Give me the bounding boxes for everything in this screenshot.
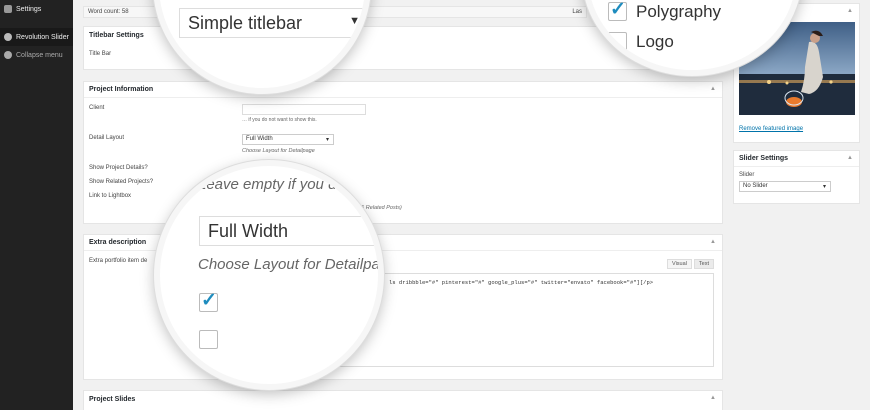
box-header[interactable]: Slider Settings ▲ [734, 151, 859, 167]
box-title: Project Information [89, 86, 154, 93]
polygraphy-checkbox[interactable]: ✓ [608, 0, 627, 21]
polygraphy-label: Polygraphy [636, 2, 722, 21]
checkmark-icon: ✓ [201, 290, 217, 311]
settings-icon [4, 5, 12, 13]
slider-label: Slider [739, 172, 755, 178]
show-details-checkbox[interactable]: ✓ [199, 290, 218, 312]
dropdown-arrow-icon: ▾ [325, 137, 329, 143]
detail-layout-label: Detail Layout [89, 135, 125, 141]
sidebar-item-label: Settings [16, 5, 42, 13]
sidebar-item-revolution-slider[interactable]: Revolution Slider [0, 28, 73, 46]
sidebar-item-settings[interactable]: Settings [0, 0, 73, 18]
slider-settings-box: Slider Settings ▲ Slider No Slider ▾ [733, 150, 860, 204]
toggle-arrow-icon[interactable]: ▲ [847, 155, 853, 161]
sidebar-item-label: Collapse menu [16, 51, 63, 59]
show-related-checkbox[interactable] [199, 330, 218, 349]
titlebar-select-value: Simple titlebar [188, 13, 303, 33]
detail-layout-zoomed-value: Full Width [208, 221, 289, 241]
editor-tabs: Visual Text [667, 259, 714, 269]
checkmark-icon: ✓ [610, 0, 626, 20]
dropdown-arrow-icon: ▾ [822, 184, 826, 190]
remove-featured-image-link[interactable]: Remove featured image [739, 126, 803, 132]
lightbox-label: Link to Lightbox [89, 193, 132, 199]
word-count: Word count: 58 [88, 9, 129, 15]
tab-visual[interactable]: Visual [667, 259, 692, 269]
magnifier-titlebar: Simple titlebar ▼ [153, 0, 371, 94]
box-title: Slider Settings [739, 155, 789, 162]
magnifier-detail-layout: Leave empty if you d Full Width Choose L… [154, 160, 384, 390]
show-details-label: Show Project Details? [89, 165, 148, 171]
project-slides-box: Project Slides ▲ [83, 390, 723, 410]
client-input[interactable] [242, 104, 366, 115]
slider-select[interactable]: No Slider ▾ [739, 181, 831, 192]
extra-description-label: Extra portfolio item de [89, 258, 148, 264]
title-bar-label: Title Bar [89, 51, 112, 57]
detail-layout-select-zoomed[interactable]: Full Width [199, 216, 378, 246]
logo-label: Logo [636, 32, 674, 51]
tab-text[interactable]: Text [693, 259, 714, 269]
slider-value: No Slider [743, 183, 768, 189]
collapse-menu-button[interactable]: Collapse menu [0, 46, 73, 64]
box-title: Extra description [89, 239, 147, 246]
show-related-label: Show Related Projects? [89, 179, 154, 185]
detail-layout-hint: Choose Layout for Detailpage [242, 148, 315, 154]
box-header[interactable]: Project Information ▲ [84, 82, 722, 98]
sidebar-item-label: Revolution Slider [16, 33, 69, 41]
box-title: Project Slides [89, 395, 136, 403]
last-edited: Las [572, 9, 582, 15]
client-hint: … if you do not want to show this. [242, 117, 317, 123]
collapse-menu-icon [4, 51, 12, 59]
box-header[interactable]: Project Slides ▲ [84, 391, 722, 407]
titlebar-select-zoomed[interactable]: Simple titlebar ▼ [179, 8, 365, 38]
editor-content: ls dribbble="#" pinterest="#" google_plu… [389, 279, 654, 286]
toggle-arrow-icon[interactable]: ▲ [710, 395, 716, 401]
detail-layout-value: Full Width [246, 136, 273, 142]
detail-layout-select[interactable]: Full Width ▾ [242, 134, 334, 145]
toggle-arrow-icon[interactable]: ▲ [710, 86, 716, 92]
detail-layout-hint-zoomed: Choose Layout for Detailpa [198, 256, 380, 273]
client-label: Client [89, 105, 105, 111]
toggle-arrow-icon[interactable]: ▲ [710, 239, 716, 245]
revolution-slider-icon [4, 33, 12, 41]
client-hint-zoomed: Leave empty if you d [198, 176, 337, 193]
logo-checkbox[interactable] [608, 32, 627, 51]
admin-sidebar: Settings Revolution Slider Collapse menu [0, 0, 73, 410]
dropdown-arrow-icon: ▼ [349, 15, 360, 27]
toggle-arrow-icon[interactable]: ▲ [847, 8, 853, 14]
